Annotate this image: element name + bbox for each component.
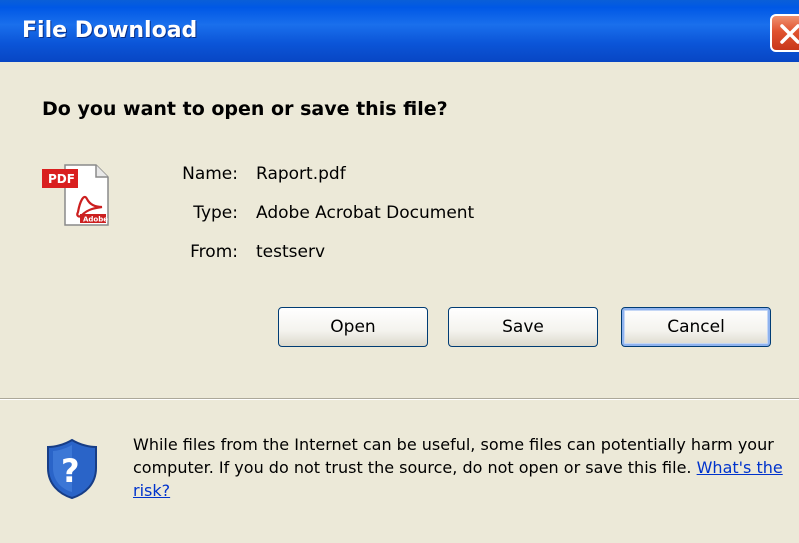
save-button[interactable]: Save [448, 307, 598, 347]
pdf-file-icon: PDF Adobe [42, 164, 109, 226]
open-button[interactable]: Open [278, 307, 428, 347]
security-warning: While files from the Internet can be use… [133, 433, 793, 502]
from-label: From: [190, 242, 238, 262]
svg-text:?: ? [61, 452, 80, 490]
svg-text:PDF: PDF [48, 172, 75, 186]
close-icon [780, 24, 799, 44]
warning-text: While files from the Internet can be use… [133, 435, 774, 477]
file-name-value: Raport.pdf [256, 164, 346, 184]
file-source-value: testserv [256, 242, 326, 262]
file-type-value: Adobe Acrobat Document [256, 203, 475, 223]
security-shield-icon: ? [47, 438, 97, 500]
close-button[interactable] [770, 14, 799, 52]
svg-text:Adobe: Adobe [83, 216, 108, 224]
type-label: Type: [193, 203, 238, 223]
divider-highlight [0, 399, 799, 400]
file-download-dialog: File Download Do you want to open or sav… [0, 0, 799, 543]
dialog-question: Do you want to open or save this file? [42, 98, 448, 120]
window-title: File Download [22, 18, 198, 43]
name-label: Name: [182, 164, 238, 184]
cancel-button[interactable]: Cancel [621, 307, 771, 347]
title-bar[interactable]: File Download [0, 0, 799, 62]
